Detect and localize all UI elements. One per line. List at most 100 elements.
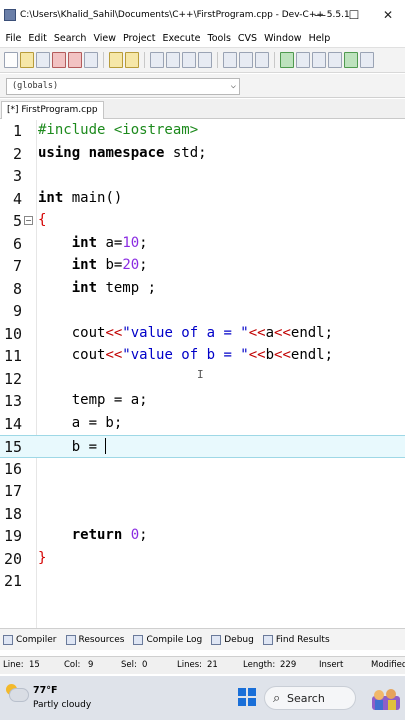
code-text: cout<<"value of a = "<<a<<endl; <box>38 325 333 341</box>
menu-file[interactable]: File <box>2 33 25 44</box>
current-code-line[interactable]: 15 b = <box>0 435 405 458</box>
menu-search[interactable]: Search <box>50 33 90 44</box>
code-text: } <box>38 550 46 566</box>
tab-find-results[interactable]: Find Results <box>262 634 330 645</box>
status-col-value: 9 <box>88 660 94 670</box>
close-file-icon[interactable] <box>68 52 82 68</box>
code-line[interactable]: 21 <box>0 570 405 593</box>
windows-start-button[interactable] <box>238 688 256 706</box>
code-line[interactable]: 6 int a=10; <box>0 233 405 256</box>
status-line-value: 15 <box>29 660 40 670</box>
tab-firstprogram-cpp[interactable]: [*] FirstProgram.cpp <box>1 101 104 119</box>
menu-cvs[interactable]: CVS <box>234 33 260 44</box>
check-syntax-icon[interactable] <box>344 52 358 68</box>
code-line[interactable]: 18 <box>0 503 405 526</box>
line-number: 10 <box>3 324 22 343</box>
fold-collapse-icon[interactable]: − <box>24 216 33 225</box>
brace-token: } <box>38 549 47 566</box>
toggle-comment-icon[interactable] <box>255 52 269 68</box>
open-file-icon[interactable] <box>20 52 34 68</box>
menu-tools[interactable]: Tools <box>204 33 234 44</box>
status-insert-mode: Insert <box>319 660 344 670</box>
status-bar: Line: 15 Col: 9 Sel: 0 Lines: 21 Length:… <box>0 656 405 674</box>
minimize-button[interactable]: — <box>303 0 337 30</box>
weather-temperature: 77°F <box>33 685 58 696</box>
devcpp-app-icon <box>4 9 16 21</box>
chevron-down-icon[interactable]: ⌵ <box>231 79 236 94</box>
maximize-button[interactable]: ☐ <box>337 0 371 30</box>
menu-view[interactable]: View <box>90 33 120 44</box>
line-number: 5 <box>12 212 22 230</box>
tab-debug[interactable]: Debug <box>211 634 254 645</box>
code-line[interactable]: 17 <box>0 480 405 503</box>
redo-icon[interactable] <box>125 52 139 68</box>
tab-label: Debug <box>224 634 254 645</box>
taskbar-search[interactable]: ⌕ Search <box>264 686 356 710</box>
identifier-token: b= <box>97 257 123 273</box>
tab-compiler[interactable]: Compiler <box>3 634 57 645</box>
code-line[interactable]: 4 int main() <box>0 188 405 211</box>
tab-compile-log[interactable]: Compile Log <box>133 634 202 645</box>
code-line[interactable]: 1 #include <iostream> <box>0 120 405 143</box>
goto-line-icon[interactable] <box>198 52 212 68</box>
code-text: a = b; <box>38 415 123 431</box>
indent-icon[interactable] <box>239 52 253 68</box>
unindent-icon[interactable] <box>223 52 237 68</box>
operator-token: << <box>105 347 123 363</box>
code-line[interactable]: 14 a = b; <box>0 413 405 436</box>
string-token: "value of b = " <box>122 347 249 363</box>
menu-execute[interactable]: Execute <box>159 33 204 44</box>
menu-project[interactable]: Project <box>120 33 160 44</box>
compile-icon[interactable] <box>280 52 294 68</box>
code-editor[interactable]: 1 #include <iostream> 2 using namespace … <box>0 120 405 628</box>
identifier-token: std; <box>164 144 207 161</box>
code-line[interactable]: 13 temp = a; <box>0 390 405 413</box>
code-line[interactable]: 3 <box>0 165 405 188</box>
replace-icon[interactable] <box>166 52 180 68</box>
line-number: 9 <box>12 302 22 320</box>
code-line[interactable]: 9 <box>0 300 405 323</box>
compile-run-icon[interactable] <box>312 52 326 68</box>
find-icon[interactable] <box>150 52 164 68</box>
code-line[interactable]: 2 using namespace std; <box>0 143 405 166</box>
toolbar-separator <box>217 52 218 68</box>
line-number: 19 <box>3 527 22 545</box>
line-number: 8 <box>12 279 22 298</box>
line-number: 16 <box>3 459 22 478</box>
title-bar: C:\Users\Khalid_Sahil\Documents\C++\Firs… <box>0 0 405 30</box>
resources-icon <box>65 634 76 645</box>
code-line[interactable]: 5 − { <box>0 210 405 233</box>
close-button[interactable]: ✕ <box>371 0 405 30</box>
save-icon[interactable] <box>36 52 50 68</box>
status-length-label: Length: <box>243 660 276 670</box>
code-line[interactable]: 20 } <box>0 548 405 571</box>
code-line[interactable]: 10 cout<<"value of a = "<<a<<endl; <box>0 323 405 346</box>
rebuild-icon[interactable] <box>328 52 342 68</box>
new-file-icon[interactable] <box>4 52 18 68</box>
undo-icon[interactable] <box>109 52 123 68</box>
code-text: temp = a; <box>38 392 148 408</box>
debug-icon[interactable] <box>360 52 374 68</box>
run-icon[interactable] <box>296 52 310 68</box>
keyword-token: namespace <box>88 144 165 161</box>
code-line[interactable]: 16 <box>0 458 405 481</box>
code-line[interactable]: 8 int temp ; <box>0 278 405 301</box>
print-icon[interactable] <box>84 52 98 68</box>
tab-resources[interactable]: Resources <box>65 634 124 645</box>
search-highlight-icon[interactable] <box>369 686 403 712</box>
save-all-icon[interactable] <box>52 52 66 68</box>
code-line[interactable]: 19 return 0; <box>0 525 405 548</box>
tab-label: Compiler <box>16 634 57 645</box>
menu-window[interactable]: Window <box>261 33 305 44</box>
line-number: 11 <box>3 347 22 365</box>
find-next-icon[interactable] <box>182 52 196 68</box>
scope-dropdown[interactable]: (globals) ⌵ <box>6 78 240 95</box>
line-number: 15 <box>3 438 22 456</box>
code-text: cout<<"value of b = "<<b<<endl; <box>38 347 333 363</box>
code-line[interactable]: 7 int b=20; <box>0 255 405 278</box>
code-line[interactable]: 11 cout<<"value of b = "<<b<<endl; <box>0 345 405 368</box>
menu-help[interactable]: Help <box>305 33 334 44</box>
search-icon: ⌕ <box>273 691 281 706</box>
menu-edit[interactable]: Edit <box>25 33 50 44</box>
